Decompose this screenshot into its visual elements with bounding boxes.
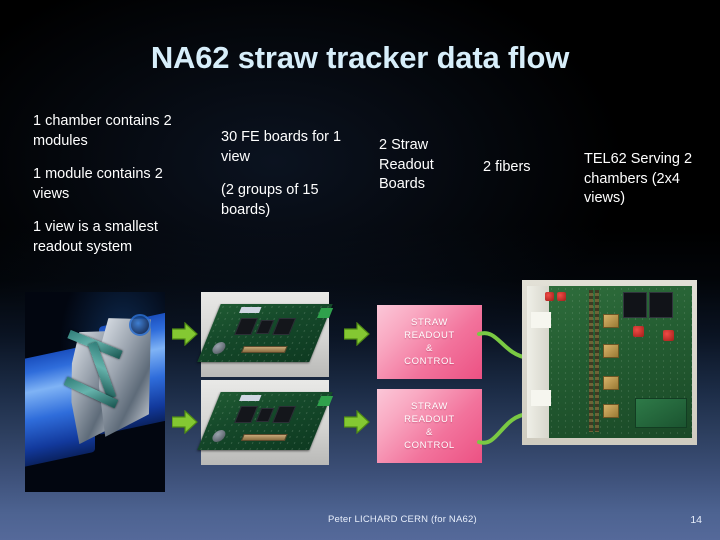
cern-logo-icon [129, 314, 151, 336]
slide: NA62 straw tracker data flow 1 chamber c… [0, 0, 720, 540]
pinkbox-2-line-1: STRAW [411, 401, 448, 412]
straw-readout-control-box-1: STRAW READOUT & CONTROL [377, 305, 482, 379]
pcb-connector [240, 346, 288, 353]
tel62-board-photo [522, 280, 697, 445]
text-block-chamber: 1 chamber contains 2 modules 1 module co… [33, 112, 173, 257]
pcb-edge-tab [317, 308, 334, 318]
pinkbox-2-line-3: & [426, 427, 433, 438]
tel62-fpga [649, 292, 673, 318]
tel62-fpga [623, 292, 647, 318]
pinkbox-1-line-4: CONTROL [404, 356, 455, 367]
tel62-header-row [589, 290, 593, 432]
footer-author: Peter LICHARD CERN (for NA62) [328, 514, 477, 525]
footer-page-number: 14 [690, 514, 702, 526]
srb-line-1: 2 Straw Readout Boards [379, 137, 434, 192]
chamber-line-3: 1 view is a smallest readout system [33, 219, 158, 255]
tel62-component [545, 292, 554, 301]
tel62-socket [603, 376, 619, 390]
text-block-straw-readout-boards: 2 Straw Readout Boards [379, 136, 474, 195]
tel62-pcb [527, 286, 692, 438]
tel62-line-1: TEL62 Serving 2 chambers (2x4 views) [584, 151, 693, 206]
pinkbox-2-line-4: CONTROL [404, 440, 455, 451]
tel62-panel-notch [531, 390, 551, 406]
fe-line-2: (2 groups of 15 boards) [221, 182, 319, 218]
tel62-component [633, 326, 644, 337]
green-arrow-right-icon [171, 409, 198, 435]
data-flow-diagram: STRAW READOUT & CONTROL STRAW READOUT & … [0, 280, 720, 492]
pcb-label [239, 395, 262, 401]
fe-board-photo-2 [197, 380, 334, 465]
green-arrow-right-icon [171, 321, 198, 347]
tel62-component [557, 292, 566, 301]
straw-readout-control-box-2: STRAW READOUT & CONTROL [377, 389, 482, 463]
tel62-front-panel [527, 286, 549, 438]
fe-board-pcb [197, 304, 334, 362]
chamber-line-2: 1 module contains 2 views [33, 166, 163, 202]
text-block-fe-boards: 30 FE boards for 1 view (2 groups of 15 … [221, 128, 351, 220]
fe-line-1: 30 FE boards for 1 view [221, 129, 342, 165]
pinkbox-1-line-2: READOUT [404, 330, 455, 341]
chamber-line-1: 1 chamber contains 2 modules [33, 113, 172, 149]
tel62-socket [603, 344, 619, 358]
slide-footer: Peter LICHARD CERN (for NA62) 14 [0, 500, 720, 540]
pcb-connector [240, 434, 288, 441]
tel62-socket [603, 404, 619, 418]
pinkbox-1-line-1: STRAW [411, 317, 448, 328]
fe-board-photo-1 [197, 292, 334, 377]
text-block-fibers: 2 fibers [483, 158, 583, 178]
slide-title: NA62 straw tracker data flow [150, 40, 570, 75]
pcb-edge-tab [317, 396, 334, 406]
green-arrow-right-icon [343, 409, 370, 435]
pinkbox-2-line-2: READOUT [404, 414, 455, 425]
fibers-line-1: 2 fibers [483, 159, 531, 175]
chamber-cad-image [25, 292, 165, 492]
text-block-tel62: TEL62 Serving 2 chambers (2x4 views) [584, 150, 709, 209]
tel62-component [663, 330, 674, 341]
pinkbox-1-line-3: & [426, 343, 433, 354]
fe-board-pcb [197, 392, 334, 450]
green-arrow-right-icon [343, 321, 370, 347]
tel62-panel-notch [531, 312, 551, 328]
tel62-mezzanine-card [635, 398, 687, 428]
tel62-header-row [595, 290, 599, 432]
tel62-socket [603, 314, 619, 328]
pcb-label [239, 307, 262, 313]
